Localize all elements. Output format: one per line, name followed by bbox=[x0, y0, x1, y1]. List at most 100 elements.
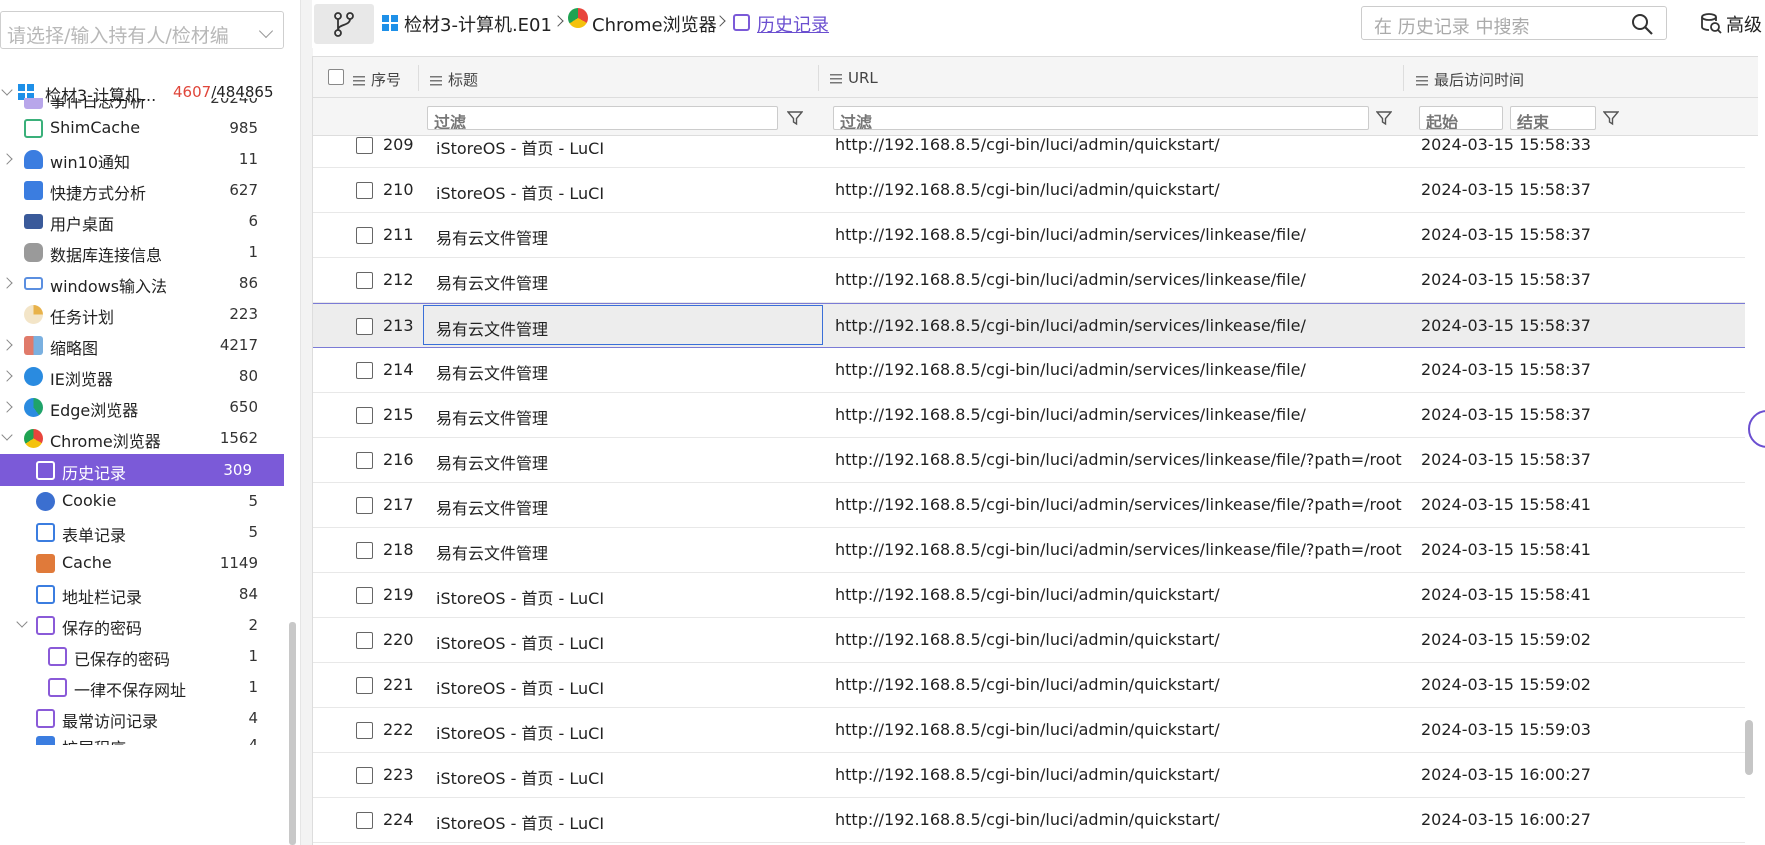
row-checkbox[interactable] bbox=[356, 542, 373, 559]
row-checkbox[interactable] bbox=[356, 227, 373, 244]
row-title: iStoreOS - 首页 - LuCI bbox=[436, 814, 605, 833]
row-checkbox[interactable] bbox=[356, 272, 373, 289]
history-search-input[interactable]: 在 历史记录 中搜索 bbox=[1361, 6, 1667, 40]
row-last-visit-time: 2024-03-15 15:58:37 bbox=[1421, 360, 1591, 379]
column-header-last-visit[interactable]: 最后访问时间 bbox=[1416, 69, 1524, 90]
sidebar-item-extensions[interactable]: 扩展程序 4 bbox=[0, 733, 290, 745]
row-checkbox[interactable] bbox=[356, 677, 373, 694]
sidebar-item-ie-browser[interactable]: IE浏览器 80 bbox=[0, 360, 290, 392]
row-checkbox[interactable] bbox=[356, 362, 373, 379]
table-row[interactable]: 215 易有云文件管理 http://192.168.8.5/cgi-bin/luc… bbox=[313, 393, 1745, 438]
table-row[interactable]: 223 iStoreOS - 首页 - LuCI http://192.168.8.… bbox=[313, 753, 1745, 798]
title-filter-funnel-icon[interactable] bbox=[787, 110, 803, 126]
column-header-seq[interactable]: 序号 bbox=[353, 69, 401, 90]
sidebar-item-event-log[interactable]: 事件日志分析 20240 bbox=[0, 98, 290, 112]
advanced-search-icon bbox=[1701, 13, 1722, 34]
sidebar-item-user-desktop[interactable]: 用户桌面 6 bbox=[0, 205, 290, 237]
table-row[interactable]: 222 iStoreOS - 首页 - LuCI http://192.168.8.… bbox=[313, 708, 1745, 753]
column-divider[interactable] bbox=[818, 65, 819, 91]
table-row[interactable]: 224 iStoreOS - 首页 - LuCI http://192.168.8.… bbox=[313, 798, 1745, 843]
table-row[interactable]: 212 易有云文件管理 http://192.168.8.5/cgi-bin/luc… bbox=[313, 258, 1745, 303]
expand-caret-icon[interactable] bbox=[1, 339, 13, 351]
row-checkbox[interactable] bbox=[356, 318, 373, 335]
sidebar-item-addressbar[interactable]: 地址栏记录 84 bbox=[0, 578, 290, 610]
table-row[interactable]: 214 易有云文件管理 http://192.168.8.5/cgi-bin/luc… bbox=[313, 348, 1745, 393]
row-url: http://192.168.8.5/cgi-bin/luci/admin/qu… bbox=[835, 630, 1220, 649]
row-checkbox[interactable] bbox=[356, 407, 373, 424]
column-menu-icon bbox=[830, 73, 842, 84]
time-filter-funnel-icon[interactable] bbox=[1603, 110, 1619, 126]
sidebar-item-never-save[interactable]: 一律不保存网址 1 bbox=[0, 671, 290, 703]
row-checkbox[interactable] bbox=[356, 497, 373, 514]
table-row[interactable]: 220 iStoreOS - 首页 - LuCI http://192.168.8.… bbox=[313, 618, 1745, 663]
sidebar-item-top-sites[interactable]: 最常访问记录 4 bbox=[0, 702, 290, 734]
row-checkbox[interactable] bbox=[356, 812, 373, 829]
sidebar-item-saved-passwords[interactable]: 保存的密码 2 bbox=[0, 609, 290, 641]
title-filter-input[interactable]: 过滤 bbox=[427, 106, 778, 130]
select-all-checkbox[interactable] bbox=[328, 69, 344, 85]
sidebar-item-chrome-browser[interactable]: Chrome浏览器 1562 bbox=[0, 422, 290, 454]
row-last-visit-time: 2024-03-15 15:58:41 bbox=[1421, 585, 1591, 604]
table-row[interactable]: 213 易有云文件管理 http://192.168.8.5/cgi-bin/luc… bbox=[313, 303, 1745, 348]
row-title: iStoreOS - 首页 - LuCI bbox=[436, 679, 605, 698]
sidebar-item-saved-password-entries[interactable]: 已保存的密码 1 bbox=[0, 640, 290, 672]
table-row[interactable]: 221 iStoreOS - 首页 - LuCI http://192.168.8.… bbox=[313, 663, 1745, 708]
expand-caret-icon[interactable] bbox=[1, 153, 13, 165]
sidebar-item-thumbnails[interactable]: 缩略图 4217 bbox=[0, 329, 290, 361]
sidebar-item-shortcut-analysis[interactable]: 快捷方式分析 627 bbox=[0, 174, 290, 206]
sidebar-item-db-connection[interactable]: 数据库连接信息 1 bbox=[0, 236, 290, 268]
sidebar-item-edge-browser[interactable]: Edge浏览器 650 bbox=[0, 391, 290, 423]
sidebar-item-form-records[interactable]: 表单记录 5 bbox=[0, 516, 290, 548]
row-url: http://192.168.8.5/cgi-bin/luci/admin/qu… bbox=[835, 765, 1220, 784]
table-row[interactable]: 209 iStoreOS - 首页 - LuCI http://192.168.8.… bbox=[313, 136, 1745, 168]
row-checkbox[interactable] bbox=[356, 182, 373, 199]
sidebar-item-history[interactable]: 历史记录 309 bbox=[0, 454, 284, 486]
sidebar-item-cache[interactable]: Cache 1149 bbox=[0, 547, 290, 579]
row-checkbox[interactable] bbox=[356, 767, 373, 784]
collapse-caret-icon[interactable] bbox=[1, 429, 13, 441]
start-time-filter-input[interactable]: 起始 bbox=[1419, 106, 1503, 130]
url-filter-funnel-icon[interactable] bbox=[1376, 110, 1392, 126]
table-row[interactable]: 211 易有云文件管理 http://192.168.8.5/cgi-bin/luc… bbox=[313, 213, 1745, 258]
table-row[interactable]: 217 易有云文件管理 http://192.168.8.5/cgi-bin/luc… bbox=[313, 483, 1745, 528]
column-divider[interactable] bbox=[1403, 65, 1404, 91]
branch-button[interactable] bbox=[314, 4, 374, 44]
breadcrumb-chrome[interactable]: Chrome浏览器 bbox=[592, 11, 717, 37]
column-divider[interactable] bbox=[418, 65, 419, 91]
column-header-title[interactable]: 标题 bbox=[430, 69, 478, 90]
row-url: http://192.168.8.5/cgi-bin/luci/admin/se… bbox=[835, 450, 1402, 469]
row-checkbox[interactable] bbox=[356, 587, 373, 604]
sidebar-item-cookie[interactable]: Cookie 5 bbox=[0, 485, 290, 517]
row-checkbox[interactable] bbox=[356, 452, 373, 469]
row-seq: 219 bbox=[383, 585, 414, 604]
table-row[interactable]: 218 易有云文件管理 http://192.168.8.5/cgi-bin/luc… bbox=[313, 528, 1745, 573]
thumbnail-icon bbox=[24, 336, 43, 355]
row-last-visit-time: 2024-03-15 15:58:33 bbox=[1421, 136, 1591, 154]
collapse-caret-icon[interactable] bbox=[16, 616, 28, 628]
table-row[interactable]: 210 iStoreOS - 首页 - LuCI http://192.168.8.… bbox=[313, 168, 1745, 213]
sidebar-item-win10-notify[interactable]: win10通知 11 bbox=[0, 143, 290, 175]
search-icon[interactable] bbox=[1630, 12, 1654, 36]
sidebar-item-shimcache[interactable]: ShimCache 985 bbox=[0, 112, 290, 144]
table-scrollbar[interactable] bbox=[1745, 720, 1753, 775]
sidebar-item-windows-ime[interactable]: windows输入法 86 bbox=[0, 267, 290, 299]
sidebar-item-scheduled-tasks[interactable]: 任务计划 223 bbox=[0, 298, 290, 330]
expand-caret-icon[interactable] bbox=[1, 370, 13, 382]
row-checkbox[interactable] bbox=[356, 722, 373, 739]
expand-caret-icon[interactable] bbox=[1, 277, 13, 289]
expand-caret-icon[interactable] bbox=[1, 401, 13, 413]
holder-evidence-select[interactable]: 请选择/输入持有人/检材编 bbox=[0, 11, 284, 49]
chevron-down-icon[interactable] bbox=[258, 23, 274, 39]
table-row[interactable]: 216 易有云文件管理 http://192.168.8.5/cgi-bin/luc… bbox=[313, 438, 1745, 483]
row-last-visit-time: 2024-03-15 15:58:37 bbox=[1421, 316, 1591, 335]
end-time-filter-input[interactable]: 结束 bbox=[1510, 106, 1596, 130]
row-checkbox[interactable] bbox=[356, 137, 373, 154]
breadcrumb-evidence[interactable]: 检材3-计算机.E01 bbox=[404, 11, 552, 37]
breadcrumb-history[interactable]: 历史记录 bbox=[757, 11, 829, 37]
url-filter-input[interactable]: 过滤 bbox=[833, 106, 1369, 130]
row-checkbox[interactable] bbox=[356, 632, 373, 649]
sidebar-scrollbar[interactable] bbox=[289, 622, 296, 845]
collapse-caret-icon[interactable] bbox=[1, 84, 13, 96]
column-header-url[interactable]: URL bbox=[830, 69, 878, 87]
table-row[interactable]: 219 iStoreOS - 首页 - LuCI http://192.168.8.… bbox=[313, 573, 1745, 618]
